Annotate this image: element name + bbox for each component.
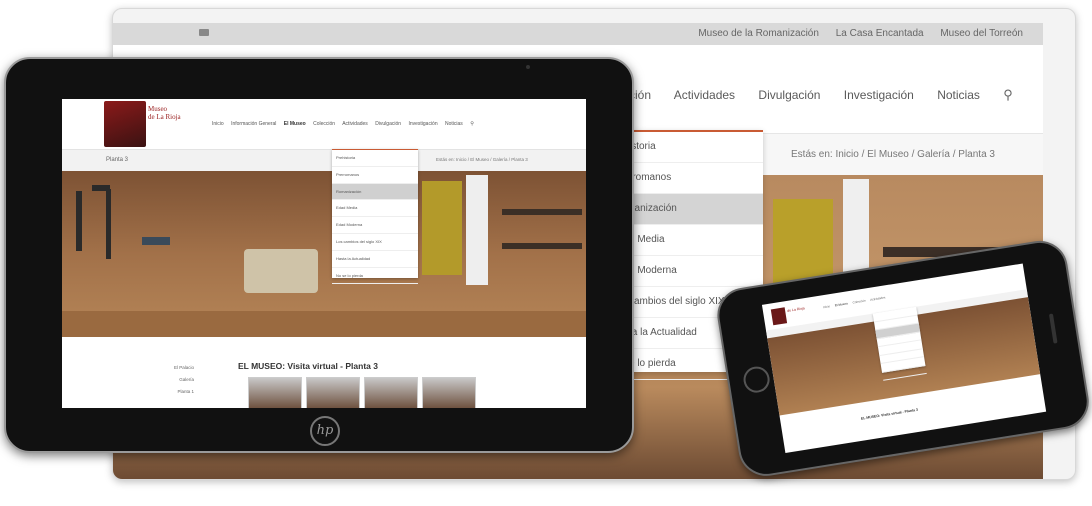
dropdown-item-prerromanos[interactable]: rromanos: [623, 163, 763, 194]
nav-item-inicio[interactable]: Inicio: [823, 304, 831, 309]
desktop-nav: cción Actividades Divulgación Investigac…: [623, 87, 1033, 103]
phone-home-button[interactable]: [741, 364, 772, 395]
nav-item-inicio[interactable]: Inicio: [212, 121, 224, 127]
tablet-camera: [526, 65, 530, 69]
phone-nav: Inicio El Museo Colección Actividades: [823, 295, 890, 309]
nav-item-informacion-general[interactable]: Información General: [231, 121, 276, 127]
gallery-thumbnail[interactable]: [364, 377, 418, 408]
side-link-el-palacio[interactable]: El Palacio: [174, 365, 194, 377]
photo-door: [466, 175, 488, 285]
dropdown-item-edad-moderna[interactable]: Edad Moderna: [332, 217, 418, 234]
side-link-galeria[interactable]: Galería: [174, 377, 194, 389]
nav-item-investigacion[interactable]: Investigación: [408, 121, 437, 127]
museum-logo-text: Museo de La Rioja: [148, 105, 181, 121]
dropdown-item-actualidad[interactable]: Hasta la Actualidad: [332, 251, 418, 268]
phone-speaker: [1048, 313, 1058, 344]
dropdown-item-historia[interactable]: istoria: [623, 132, 763, 163]
desktop-breadcrumb: Estás en: Inicio / El Museo / Galería / …: [791, 149, 995, 160]
photo-tool: [142, 237, 170, 245]
gallery-thumbnail[interactable]: [248, 377, 302, 408]
dropdown-item-siglo-xix[interactable]: Los cambios del siglo XIX: [332, 234, 418, 251]
tablet-nav: Inicio Información General El Museo Cole…: [212, 121, 480, 127]
top-link-casa-encantada[interactable]: La Casa Encantada: [836, 28, 924, 39]
search-icon[interactable]: ⚲: [470, 121, 474, 127]
photo-panel: [422, 181, 462, 275]
nav-item-noticias[interactable]: Noticias: [445, 121, 463, 127]
logo-line-2: de La Rioja: [148, 113, 181, 121]
desktop-top-links: Museo de la Romanización La Casa Encanta…: [684, 28, 1023, 39]
dropdown-item-no-se-lo-pierda[interactable]: No se lo pierda: [332, 268, 418, 285]
dropdown-item-prehistoria[interactable]: Prehistoria: [332, 150, 418, 167]
tablet-dropdown-menu: Prehistoria Prerromanos Romanización Eda…: [332, 149, 418, 285]
tablet-device: Museo de La Rioja Inicio Información Gen…: [4, 57, 634, 453]
dropdown-item-prerromanos[interactable]: Prerromanos: [332, 167, 418, 184]
photo-shelf: [502, 243, 582, 249]
page-title: Planta 3: [106, 157, 129, 163]
tablet-gallery-photo: [62, 171, 586, 337]
nav-item-divulgacion[interactable]: Divulgación: [758, 88, 820, 102]
tablet-screen: Museo de La Rioja Inicio Información Gen…: [62, 99, 586, 408]
photo-tool: [106, 189, 111, 259]
nav-item-actividades[interactable]: Actividades: [870, 295, 886, 301]
nav-item-coleccion[interactable]: Colección: [313, 121, 335, 127]
side-link-planta-1[interactable]: Planta 1: [174, 389, 194, 401]
dropdown-item-edad-moderna[interactable]: d Moderna: [623, 256, 763, 287]
logo-line-1: Museo: [148, 105, 168, 113]
dropdown-item-romanizacion[interactable]: nanización: [623, 194, 763, 225]
nav-item-el-museo[interactable]: El Museo: [284, 121, 306, 127]
dropdown-item-edad-media[interactable]: d Media: [623, 225, 763, 256]
nav-item-noticias[interactable]: Noticias: [937, 88, 980, 102]
nav-item-actividades[interactable]: Actividades: [342, 121, 368, 127]
nav-item-investigacion[interactable]: Investigación: [844, 88, 914, 102]
dropdown-item-edad-media[interactable]: Edad Media: [332, 200, 418, 218]
menu-icon[interactable]: [199, 29, 209, 36]
gallery-thumbnail[interactable]: [306, 377, 360, 408]
phone-dropdown-menu: [872, 306, 927, 381]
nav-item-el-museo[interactable]: El Museo: [834, 301, 848, 307]
dropdown-item-romanizacion[interactable]: Romanización: [332, 183, 418, 201]
photo-shelf: [502, 209, 582, 215]
tablet-side-menu: El Palacio Galería Planta 1: [174, 365, 194, 401]
museum-logo[interactable]: [770, 307, 788, 326]
search-icon[interactable]: ⚲: [1003, 87, 1013, 102]
museum-logo-text: de La Rioja: [786, 306, 806, 313]
photo-floor: [62, 311, 586, 337]
museum-logo[interactable]: [104, 101, 146, 147]
nav-item-actividades[interactable]: Actividades: [674, 88, 735, 102]
top-link-romanizacion[interactable]: Museo de la Romanización: [698, 28, 819, 39]
nav-item-coleccion[interactable]: Colección: [852, 299, 866, 305]
gallery-thumbnail[interactable]: [422, 377, 476, 408]
section-title: EL MUSEO: Visita virtual - Planta 3: [860, 407, 919, 421]
top-link-torreon[interactable]: Museo del Torreón: [940, 28, 1023, 39]
photo-tool: [76, 191, 82, 251]
phone-screen: de La Rioja Inicio El Museo Colección Ac…: [761, 263, 1047, 453]
tablet-breadcrumb: Estás en: Inicio / El Museo / Galería / …: [436, 157, 528, 162]
section-title: EL MUSEO: Visita virtual - Planta 3: [238, 361, 378, 371]
desktop-top-bar: Museo de la Romanización La Casa Encanta…: [113, 23, 1043, 45]
photo-artifact: [244, 249, 318, 293]
hp-logo-icon: hp: [310, 416, 340, 446]
nav-item-divulgacion[interactable]: Divulgación: [375, 121, 401, 127]
